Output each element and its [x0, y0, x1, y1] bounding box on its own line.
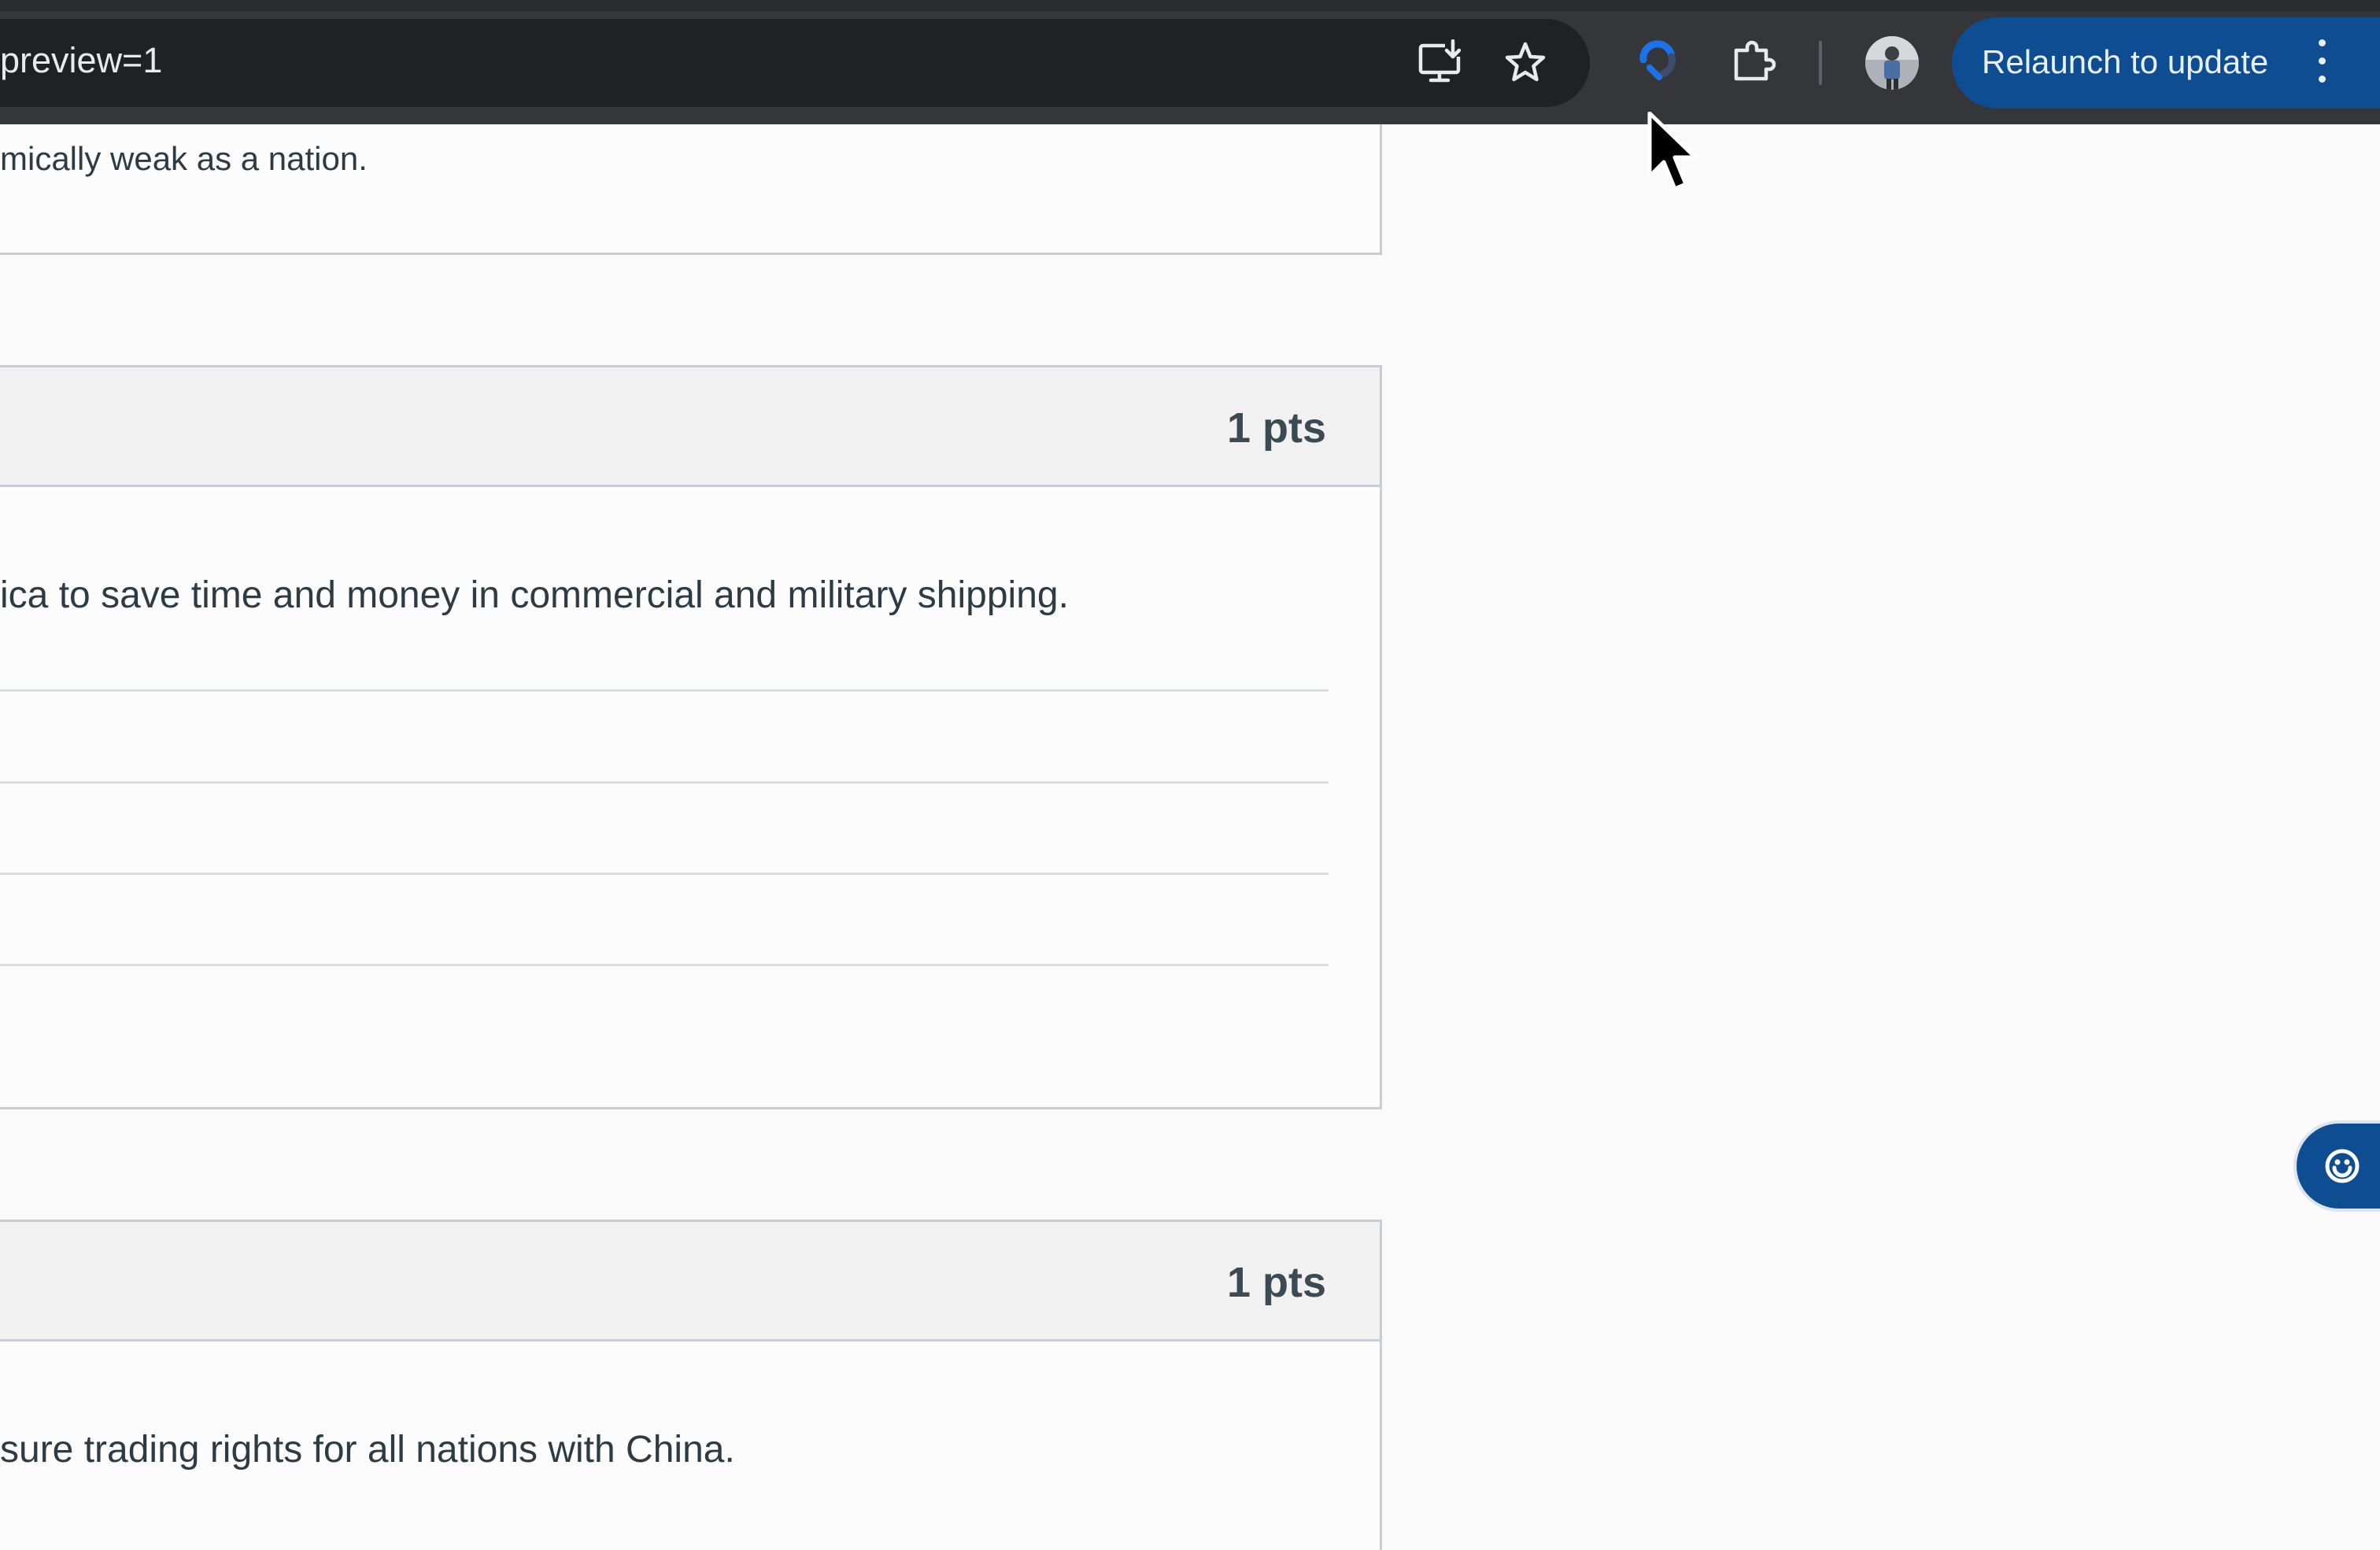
- answer-option-divider: [0, 873, 1329, 875]
- avatar[interactable]: [1865, 36, 1919, 90]
- install-app-icon[interactable]: [1417, 39, 1464, 87]
- question-header: 1 pts: [0, 1222, 1380, 1341]
- more-vertical-icon[interactable]: [2315, 39, 2328, 87]
- answer-option-divider: [0, 964, 1329, 966]
- question-points: 1 pts: [1226, 404, 1326, 452]
- puzzle-piece-icon[interactable]: [1728, 36, 1779, 87]
- question-card: 1 pts ica to save time and money in comm…: [0, 365, 1382, 1109]
- mouse-cursor-icon: [1646, 111, 1702, 198]
- extension-icon[interactable]: [1632, 36, 1683, 87]
- question-card: 1 pts sure trading rights for all nation…: [0, 1220, 1382, 1550]
- previous-question-card: mically weak as a nation.: [0, 124, 1382, 255]
- address-bar[interactable]: preview=1: [0, 19, 1590, 107]
- question-points: 1 pts: [1226, 1259, 1326, 1306]
- answer-option-divider: [0, 781, 1329, 784]
- question-text: sure trading rights for all nations with…: [0, 1429, 735, 1471]
- answer-option-divider: [0, 689, 1329, 692]
- question-text: ica to save time and money in commercial…: [0, 574, 1069, 616]
- relaunch-label: Relaunch to update: [1982, 43, 2269, 80]
- address-bar-url[interactable]: preview=1: [0, 40, 162, 81]
- bookmark-star-icon[interactable]: [1502, 39, 1549, 87]
- assistant-button[interactable]: [2297, 1124, 2380, 1209]
- tab-strip-edge: [0, 0, 2380, 11]
- previous-question-text: mically weak as a nation.: [0, 140, 368, 177]
- browser-toolbar: preview=1 Relaunch to update: [0, 0, 2380, 124]
- toolbar-divider: [1819, 41, 1822, 85]
- question-header: 1 pts: [0, 367, 1380, 487]
- assistant-icon: [2325, 1149, 2360, 1183]
